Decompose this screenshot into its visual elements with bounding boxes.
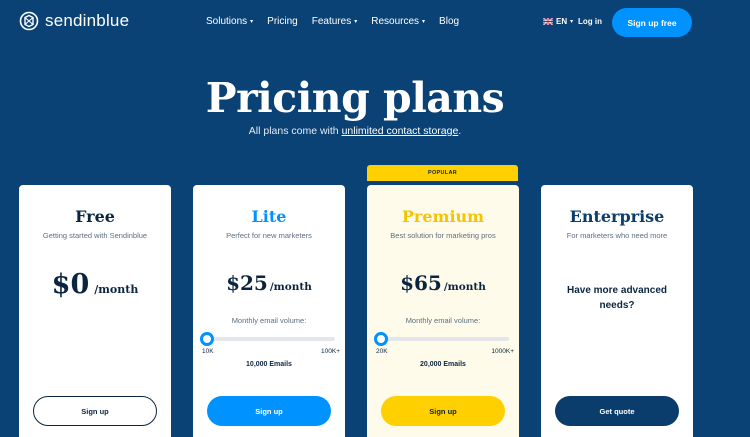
uk-flag-icon <box>543 18 553 25</box>
plan-price: $0 /month <box>19 269 171 300</box>
main-nav: Solutions ▾ Pricing Features ▾ Resources… <box>206 16 459 27</box>
chevron-down-icon: ▾ <box>354 18 358 25</box>
login-link[interactable]: Log in <box>578 17 602 26</box>
lite-signup-button[interactable]: Sign up <box>207 396 331 426</box>
plan-card-lite: Lite Perfect for new marketers $25 /mont… <box>193 185 345 437</box>
slider-handle[interactable] <box>200 332 214 346</box>
chevron-down-icon: ▾ <box>570 18 574 25</box>
nav-pricing-label: Pricing <box>267 16 298 27</box>
price-amount: $65 <box>400 271 442 295</box>
advanced-needs-text: Have more advanced needs? <box>566 285 668 311</box>
price-period: /month <box>443 281 486 293</box>
logo-text: sendinblue <box>45 11 130 30</box>
nav-features[interactable]: Features ▾ <box>312 16 357 27</box>
subtitle-prefix: All plans come with <box>248 125 342 137</box>
sendinblue-logo-icon <box>19 11 39 31</box>
subtitle-suffix: . <box>458 125 462 137</box>
chevron-down-icon: ▾ <box>422 18 426 25</box>
nav-features-label: Features <box>311 16 352 27</box>
free-signup-button[interactable]: Sign up <box>33 396 157 426</box>
chevron-down-icon: ▾ <box>250 18 254 25</box>
page-subtitle: All plans come with unlimited contact st… <box>0 125 710 137</box>
plan-name: Free <box>75 207 115 226</box>
plan-price: $25 /month <box>193 271 345 295</box>
slider-min-label: 10K <box>202 348 214 355</box>
price-period: /month <box>94 283 139 296</box>
email-volume-slider[interactable] <box>374 332 509 346</box>
plan-description: For marketers who need more <box>566 231 668 240</box>
slider-handle[interactable] <box>374 332 388 346</box>
plan-price: $65 /month <box>367 271 519 295</box>
email-volume-label: Monthly email volume: <box>231 316 307 325</box>
slider-min-label: 20K <box>376 348 388 355</box>
popular-badge: POPULAR <box>367 165 518 181</box>
plan-description: Perfect for new marketers <box>226 231 312 240</box>
plan-card-enterprise: Enterprise For marketers who need more H… <box>541 185 693 437</box>
email-volume-label: Monthly email volume: <box>405 316 481 325</box>
plan-name: Lite <box>251 207 287 226</box>
signup-free-button[interactable]: Sign up free <box>612 8 692 37</box>
plan-description: Best solution for marketing pros <box>390 231 496 240</box>
unlimited-storage-link[interactable]: unlimited contact storage <box>342 125 459 137</box>
plan-name: Enterprise <box>569 207 665 226</box>
nav-blog-label: Blog <box>439 16 460 27</box>
language-label: EN <box>556 17 568 26</box>
email-volume-slider[interactable] <box>200 332 335 346</box>
nav-resources-label: Resources <box>371 16 420 27</box>
nav-blog[interactable]: Blog <box>439 16 459 27</box>
plan-card-free: Free Getting started with Sendinblue $0 … <box>19 185 171 437</box>
slider-max-label: 1000K+ <box>491 348 514 355</box>
plan-name: Premium <box>401 207 485 226</box>
page-title: Pricing plans <box>205 74 505 122</box>
top-nav-bar: sendinblue Solutions ▾ Pricing Features … <box>0 0 750 44</box>
plan-card-premium: Premium Best solution for marketing pros… <box>367 185 519 437</box>
nav-pricing[interactable]: Pricing <box>267 16 298 27</box>
slider-max-label: 100K+ <box>321 348 340 355</box>
price-amount: $25 <box>226 271 268 295</box>
email-count: 20,000 Emails <box>420 361 466 368</box>
get-quote-button[interactable]: Get quote <box>555 396 679 426</box>
premium-signup-button[interactable]: Sign up <box>381 396 505 426</box>
language-selector[interactable]: EN ▾ <box>543 17 573 26</box>
price-period: /month <box>269 281 312 293</box>
logo[interactable]: sendinblue <box>19 11 129 31</box>
plan-description: Getting started with Sendinblue <box>42 231 148 240</box>
price-amount: $0 <box>51 269 90 300</box>
nav-solutions-label: Solutions <box>206 16 248 27</box>
nav-solutions[interactable]: Solutions ▾ <box>206 16 253 27</box>
email-count: 10,000 Emails <box>246 361 292 368</box>
nav-resources[interactable]: Resources ▾ <box>371 16 425 27</box>
